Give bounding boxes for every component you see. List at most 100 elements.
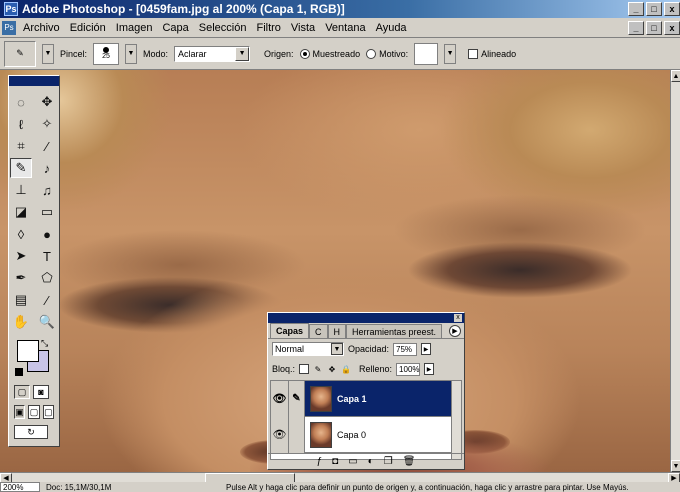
swap-colors-icon[interactable]: ⤡	[41, 338, 48, 349]
type-icon[interactable]: T	[36, 246, 58, 266]
adjustment-icon[interactable]: ◐	[368, 456, 374, 467]
layer-style-icon[interactable]: ƒ	[317, 456, 323, 467]
blur-icon[interactable]: ◊	[10, 224, 32, 244]
brush-link-icon[interactable]: ✎	[289, 380, 305, 417]
panel-title-bar[interactable]: x	[268, 313, 464, 323]
tab-capas[interactable]: Capas	[270, 323, 310, 338]
tool-preset-picker[interactable]: ✎	[4, 40, 36, 67]
dodge-icon[interactable]: ●	[36, 224, 58, 244]
brush-picker[interactable]: 25	[93, 42, 120, 65]
new-layer-icon[interactable]: ❐	[384, 456, 393, 467]
menu-archivo[interactable]: Archivo	[18, 22, 65, 34]
source-sampled-label: Muestreado	[312, 48, 361, 59]
tab-history[interactable]: H	[327, 324, 347, 338]
layer-list-scrollbar[interactable]	[451, 381, 461, 459]
layer-row[interactable]: 👁 ✎ Capa 1	[271, 380, 451, 417]
pattern-dropdown[interactable]: ▼	[444, 43, 457, 64]
lock-all-icon[interactable]: 🔒	[341, 364, 351, 374]
scroll-down-icon[interactable]: ▼	[671, 460, 680, 472]
mode-select[interactable]: Aclarar ▼	[174, 45, 251, 62]
gradient-icon[interactable]: ▭	[36, 202, 58, 222]
toolbox-header[interactable]	[9, 76, 59, 86]
healing-brush-icon[interactable]: ✎	[10, 158, 32, 178]
lasso-icon[interactable]: ℓ	[10, 114, 32, 134]
opacity-slider-icon[interactable]: ▶	[421, 343, 432, 355]
default-colors-icon[interactable]	[15, 368, 23, 376]
jump-to-imageready-icon[interactable]: ↻	[14, 425, 48, 439]
quick-mask-icon[interactable]: ◙	[33, 385, 49, 399]
crop-icon[interactable]: ⌗	[10, 136, 32, 156]
notes-icon[interactable]: ▤	[10, 290, 32, 310]
brush-dropdown[interactable]: ▼	[125, 43, 138, 64]
maximize-button[interactable]: □	[646, 2, 662, 16]
screen-mode-standard-icon[interactable]: ▣	[14, 405, 26, 419]
source-pattern-label: Motivo:	[379, 48, 409, 59]
menu-ayuda[interactable]: Ayuda	[371, 22, 412, 34]
pen-icon[interactable]: ✒	[10, 268, 32, 288]
tool-preset-dropdown[interactable]: ▼	[42, 43, 54, 64]
link-cell[interactable]	[289, 416, 305, 453]
doc-close-button[interactable]: x	[664, 21, 680, 35]
standard-mode-icon[interactable]: ▢	[14, 385, 30, 399]
new-set-icon[interactable]: ▭	[348, 456, 357, 467]
lock-paint-icon[interactable]: ✎	[313, 364, 323, 374]
menu-vista[interactable]: Vista	[286, 22, 320, 34]
hand-icon[interactable]: ✋	[10, 312, 32, 332]
brush-size: 25	[102, 53, 110, 60]
close-button[interactable]: x	[664, 2, 680, 16]
document-icon[interactable]: Ps	[2, 20, 16, 35]
blend-mode-select[interactable]: Normal ▼	[272, 342, 344, 356]
foreground-color[interactable]	[17, 340, 39, 362]
lock-move-icon[interactable]: ✥	[327, 364, 337, 374]
marquee-icon[interactable]: ◌	[10, 92, 32, 112]
menu-edicion[interactable]: Edición	[65, 22, 111, 34]
source-sampled-radio[interactable]: Muestreado	[299, 48, 361, 59]
aligned-label: Alineado	[481, 48, 517, 59]
eye-icon[interactable]: 👁	[271, 380, 289, 417]
minimize-button[interactable]: _	[628, 2, 644, 16]
lock-transparency-icon[interactable]	[299, 364, 310, 374]
menu-imagen[interactable]: Imagen	[111, 22, 158, 34]
eye-icon[interactable]: 👁	[271, 416, 289, 453]
status-tip: Pulse Alt y haga clic para definir un pu…	[226, 482, 629, 492]
source-pattern-radio[interactable]: Motivo:	[366, 48, 409, 59]
shape-icon[interactable]: ⬠	[36, 268, 58, 288]
clone-stamp-icon[interactable]: ⊥	[10, 180, 32, 200]
opacity-input[interactable]: 75%	[393, 342, 418, 356]
aligned-checkbox[interactable]: Alineado	[468, 48, 517, 59]
doc-restore-button[interactable]: □	[646, 21, 662, 35]
menu-filtro[interactable]: Filtro	[251, 22, 285, 34]
screen-mode-full-menu-icon[interactable]: ▢	[28, 405, 40, 419]
menu-capa[interactable]: Capa	[157, 22, 193, 34]
menu-seleccion[interactable]: Selección	[194, 22, 252, 34]
slice-icon[interactable]: ⁄	[36, 136, 58, 156]
horizontal-scrollbar[interactable]: ◀ ▶	[0, 472, 680, 483]
vertical-scrollbar[interactable]: ▲ ▼	[670, 70, 680, 472]
checkbox-icon	[468, 48, 479, 59]
eyedropper-icon[interactable]: ⁄	[36, 290, 58, 310]
panel-menu-icon[interactable]: ▶	[449, 325, 461, 337]
screen-mode-full-icon[interactable]: ▢	[42, 405, 54, 419]
menu-ventana[interactable]: Ventana	[320, 22, 370, 34]
eraser-icon[interactable]: ◪	[10, 202, 32, 222]
scroll-up-icon[interactable]: ▲	[671, 70, 680, 82]
brush-icon[interactable]: ♪	[36, 158, 58, 178]
zoom-field[interactable]: 200%	[0, 482, 40, 492]
source-label: Origen:	[264, 48, 294, 59]
mask-icon[interactable]: ◘	[332, 456, 338, 467]
close-icon[interactable]: x	[454, 314, 462, 322]
layer-row[interactable]: 👁 Capa 0	[271, 416, 451, 453]
tab-channels[interactable]: C	[309, 324, 328, 338]
move-icon[interactable]: ✥	[36, 92, 58, 112]
tab-tool-presets[interactable]: Herramientas preest.	[346, 324, 443, 338]
zoom-icon[interactable]: 🔍	[36, 312, 58, 332]
magic-wand-icon[interactable]: ✧	[36, 114, 58, 134]
doc-minimize-button[interactable]: _	[628, 21, 644, 35]
history-brush-icon[interactable]: ♫	[36, 180, 58, 200]
fill-input[interactable]: 100%	[396, 362, 421, 376]
pattern-picker[interactable]	[414, 42, 439, 65]
doc-info: Doc: 15,1M/30,1M	[46, 482, 112, 492]
fill-slider-icon[interactable]: ▶	[424, 363, 435, 375]
trash-icon[interactable]: 🗑	[403, 456, 416, 467]
path-select-icon[interactable]: ➤	[10, 246, 32, 266]
